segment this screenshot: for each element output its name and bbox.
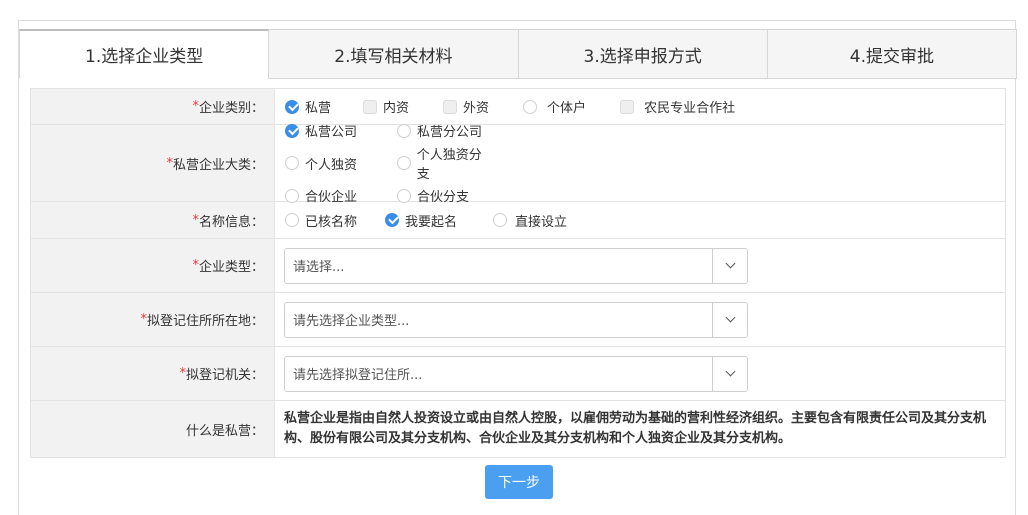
row-registration-authority: * 拟登记机关： 请先选择拟登记住所... — [30, 347, 1006, 401]
radio-checked-icon[interactable] — [385, 213, 400, 227]
label-registered-address: * 拟登记住所所在地： — [31, 293, 275, 346]
label-text: 拟登记机关： — [185, 368, 264, 383]
row-private-major: * 私营企业大类： 私营公司 私营分公司 个人独资 个人独资分支 合伙企业 合伙… — [30, 123, 1006, 205]
option-sole-proprietor[interactable]: 个人独资 — [285, 144, 373, 182]
option-direct-setup[interactable]: 直接设立 — [493, 211, 567, 230]
row-registered-address: * 拟登记住所所在地： 请先选择企业类型... — [30, 293, 1006, 347]
content-name-info: 已核名称 我要起名 直接设立 — [275, 202, 1005, 238]
radio-unchecked-icon[interactable] — [397, 123, 411, 138]
label-text: 拟登记住所所在地： — [146, 314, 264, 329]
checkbox-disabled-icon[interactable] — [443, 99, 458, 114]
label-text: 名称信息： — [198, 214, 264, 230]
enterprise-form: * 企业类别： 私营 内资 外资 个体户 农民专业合作社 * 私营企业大类： 私… — [30, 88, 1006, 458]
label-text: 私营企业大类： — [172, 157, 264, 173]
label-text: 企业类型： — [198, 260, 264, 275]
radio-checked-icon[interactable] — [285, 123, 299, 138]
radio-unchecked-icon[interactable] — [397, 156, 411, 170]
radio-unchecked-icon[interactable] — [285, 156, 299, 170]
tab-step-4[interactable]: 4.提交审批 — [767, 29, 1017, 79]
chevron-down-icon[interactable] — [712, 248, 747, 283]
label-registration-authority: * 拟登记机关： — [31, 347, 275, 400]
option-choose-name[interactable]: 我要起名 — [385, 211, 457, 230]
option-sole-proprietor-branch[interactable]: 个人独资分支 — [397, 144, 493, 182]
content-enterprise-category: 私营 内资 外资 个体户 农民专业合作社 — [275, 89, 1005, 124]
option-domestic[interactable]: 内资 — [363, 97, 409, 116]
tab-step-2[interactable]: 2.填写相关材料 — [269, 29, 519, 79]
radio-checked-icon[interactable] — [285, 99, 299, 114]
row-enterprise-type: * 企业类型： 请选择... — [30, 239, 1006, 293]
content-registered-address: 请先选择企业类型... — [275, 293, 1005, 346]
option-individual[interactable]: 个体户 — [523, 97, 586, 116]
option-private-company[interactable]: 私营公司 — [285, 121, 373, 140]
radio-unchecked-icon[interactable] — [285, 213, 299, 227]
content-what-is-private: 私营企业是指由自然人投资设立或由自然人控股，以雇佣劳动为基础的营利性经济组织。主… — [275, 401, 1005, 457]
checkbox-disabled-icon[interactable] — [363, 99, 378, 114]
select-placeholder: 请选择... — [293, 260, 345, 275]
chevron-down-icon[interactable] — [712, 356, 747, 391]
radio-unchecked-icon[interactable] — [397, 188, 411, 203]
label-text: 什么是私营： — [185, 423, 264, 439]
registered-address-select[interactable]: 请先选择企业类型... — [284, 301, 748, 338]
private-description: 私营企业是指由自然人投资设立或由自然人控股，以雇佣劳动为基础的营利性经济组织。主… — [284, 411, 987, 446]
label-what-is-private: 什么是私营： — [31, 401, 275, 457]
option-foreign[interactable]: 外资 — [443, 97, 489, 116]
row-enterprise-category: * 企业类别： 私营 内资 外资 个体户 农民专业合作社 — [30, 88, 1006, 125]
enterprise-type-select[interactable]: 请选择... — [284, 247, 748, 284]
radio-unchecked-icon[interactable] — [285, 188, 299, 203]
content-registration-authority: 请先选择拟登记住所... — [275, 347, 1005, 400]
step-tabs: 1.选择企业类型 2.填写相关材料 3.选择申报方式 4.提交审批 — [19, 29, 1017, 79]
option-private[interactable]: 私营 — [285, 97, 331, 116]
select-placeholder: 请先选择拟登记住所... — [293, 368, 423, 383]
checkbox-disabled-icon[interactable] — [620, 99, 635, 114]
select-placeholder: 请先选择企业类型... — [293, 314, 410, 329]
radio-unchecked-icon[interactable] — [523, 99, 538, 114]
chevron-down-icon[interactable] — [712, 302, 747, 337]
option-private-branch[interactable]: 私营分公司 — [397, 121, 493, 140]
content-private-major: 私营公司 私营分公司 个人独资 个人独资分支 合伙企业 合伙分支 — [275, 123, 1005, 205]
row-what-is-private: 什么是私营： 私营企业是指由自然人投资设立或由自然人控股，以雇佣劳动为基础的营利… — [30, 401, 1006, 458]
radio-unchecked-icon[interactable] — [493, 213, 508, 227]
next-step-button[interactable]: 下一步 — [485, 465, 553, 499]
label-text: 企业类别： — [198, 101, 264, 116]
option-coop[interactable]: 农民专业合作社 — [620, 97, 735, 116]
content-enterprise-type: 请选择... — [275, 239, 1005, 292]
row-name-info: * 名称信息： 已核名称 我要起名 直接设立 — [30, 202, 1006, 239]
tab-step-1[interactable]: 1.选择企业类型 — [19, 29, 270, 79]
label-enterprise-type: * 企业类型： — [31, 239, 275, 292]
wizard-panel: 1.选择企业类型 2.填写相关材料 3.选择申报方式 4.提交审批 * 企业类别… — [18, 20, 1017, 515]
label-private-major: * 私营企业大类： — [31, 125, 275, 201]
label-name-info: * 名称信息： — [31, 202, 275, 238]
label-enterprise-category: * 企业类别： — [31, 89, 275, 124]
option-verified-name[interactable]: 已核名称 — [285, 211, 357, 230]
tab-step-3[interactable]: 3.选择申报方式 — [518, 29, 768, 79]
registration-authority-select[interactable]: 请先选择拟登记住所... — [284, 355, 748, 392]
